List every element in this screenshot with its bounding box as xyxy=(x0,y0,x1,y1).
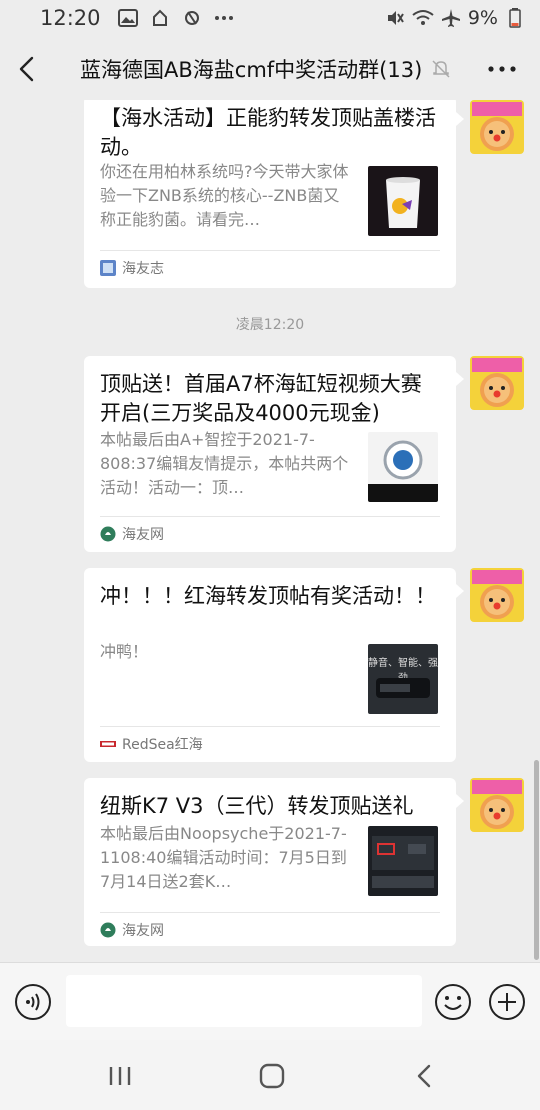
card-title: 【海水活动】正能豹转发顶贴盖楼活动。 xyxy=(100,106,436,159)
more-status-icon xyxy=(213,7,235,29)
notification-icon xyxy=(149,7,171,29)
bubble-tail xyxy=(456,112,464,126)
mute-status-icon xyxy=(384,7,406,29)
bubble-tail xyxy=(456,584,464,598)
scrollbar[interactable] xyxy=(534,760,539,960)
bubble-tail xyxy=(456,794,464,808)
card-source: 海友志 xyxy=(100,258,164,278)
card-title: 冲！！！红海转发顶帖有奖活动！！ xyxy=(100,584,436,608)
k7-device-image xyxy=(368,826,438,896)
recent-apps-icon xyxy=(109,1067,131,1085)
card-divider xyxy=(100,250,440,251)
bucket-product-image xyxy=(368,166,438,236)
source-icon xyxy=(100,526,116,542)
card-divider xyxy=(100,516,440,517)
link-card[interactable]: 冲！！！红海转发顶帖有奖活动！！ 冲鸭！ 静音、智能、强劲 RedSea红海 xyxy=(84,568,456,762)
voice-icon xyxy=(15,984,51,1020)
bubble-tail xyxy=(456,372,464,386)
source-icon xyxy=(100,260,116,276)
card-divider xyxy=(100,726,440,727)
chevron-left-icon xyxy=(19,56,34,82)
link-card[interactable]: 纽斯K7 V3（三代）转发顶贴送礼 本帖最后由Noopsyche于2021-7-… xyxy=(84,778,456,946)
card-source: 海友网 xyxy=(100,524,164,544)
source-name: 海友网 xyxy=(122,923,164,939)
card-description: 本帖最后由Noopsyche于2021-7-1108:40编辑活动时间：7月5日… xyxy=(100,824,347,891)
status-bar: 12:20 9% xyxy=(0,0,540,36)
card-source: 海友网 xyxy=(100,920,164,940)
card-divider xyxy=(100,912,440,913)
status-time: 12:20 xyxy=(40,6,101,30)
voice-button[interactable] xyxy=(14,983,52,1021)
source-name: 海友网 xyxy=(122,527,164,543)
more-button[interactable] xyxy=(482,56,522,82)
chat-header: 蓝海德国AB海盐cmf中奖活动群(13) xyxy=(0,36,540,102)
source-icon xyxy=(100,922,116,938)
navigation-bar xyxy=(0,1040,540,1110)
airplane-icon xyxy=(440,7,462,29)
battery-icon xyxy=(504,7,526,29)
input-bar xyxy=(0,962,540,1040)
message-input[interactable] xyxy=(66,975,422,1027)
recent-apps-button[interactable] xyxy=(102,1058,138,1094)
card-title: 纽斯K7 V3（三代）转发顶贴送礼 xyxy=(100,794,414,818)
add-button[interactable] xyxy=(488,983,526,1021)
link-card[interactable]: 【海水活动】正能豹转发顶贴盖楼活动。 你还在用柏林系统吗?今天带大家体验一下ZN… xyxy=(84,100,456,288)
back-nav-button[interactable] xyxy=(406,1058,442,1094)
home-button[interactable] xyxy=(254,1058,290,1094)
plus-icon xyxy=(489,984,525,1020)
avatar[interactable] xyxy=(470,100,524,154)
source-name: RedSea红海 xyxy=(122,737,203,753)
avatar[interactable] xyxy=(470,568,524,622)
muted-bell-icon xyxy=(430,58,452,80)
back-button[interactable] xyxy=(0,36,52,102)
chat-title: 蓝海德国AB海盐cmf中奖活动群(13) xyxy=(80,58,423,82)
redsea-logo-icon xyxy=(100,736,116,752)
card-source: RedSea红海 xyxy=(100,734,203,754)
emoji-icon xyxy=(435,984,471,1020)
card-description: 你还在用柏林系统吗?今天带大家体验一下ZNB系统的核心--ZNB菌又称正能豹菌。… xyxy=(100,162,349,229)
avatar[interactable] xyxy=(470,356,524,410)
more-icon xyxy=(488,66,516,72)
emoji-button[interactable] xyxy=(434,983,472,1021)
battery-percent: 9% xyxy=(467,7,498,29)
home-icon xyxy=(259,1063,285,1089)
back-nav-icon xyxy=(417,1064,431,1088)
card-title: 顶贴送！首届A7杯海缸短视频大赛开启(三万奖品及4000元现金) xyxy=(100,372,422,425)
chat-area[interactable]: 【海水活动】正能豹转发顶贴盖楼活动。 你还在用柏林系统吗?今天带大家体验一下ZN… xyxy=(0,100,540,962)
wifi-icon xyxy=(412,7,434,29)
source-name: 海友志 xyxy=(122,261,164,277)
gallery-icon xyxy=(117,7,139,29)
pump-product-image: 静音、智能、强劲 xyxy=(368,644,438,714)
timestamp: 凌晨12:20 xyxy=(235,317,305,333)
avatar[interactable] xyxy=(470,778,524,832)
card-description: 本帖最后由A+智控于2021-7-808:37编辑友情提示，本帖共两个活动！活动… xyxy=(100,430,349,497)
sync-icon xyxy=(181,7,203,29)
link-card[interactable]: 顶贴送！首届A7杯海缸短视频大赛开启(三万奖品及4000元现金) 本帖最后由A+… xyxy=(84,356,456,552)
a7-logo-image xyxy=(368,432,438,502)
card-description: 冲鸭！ xyxy=(100,642,149,661)
